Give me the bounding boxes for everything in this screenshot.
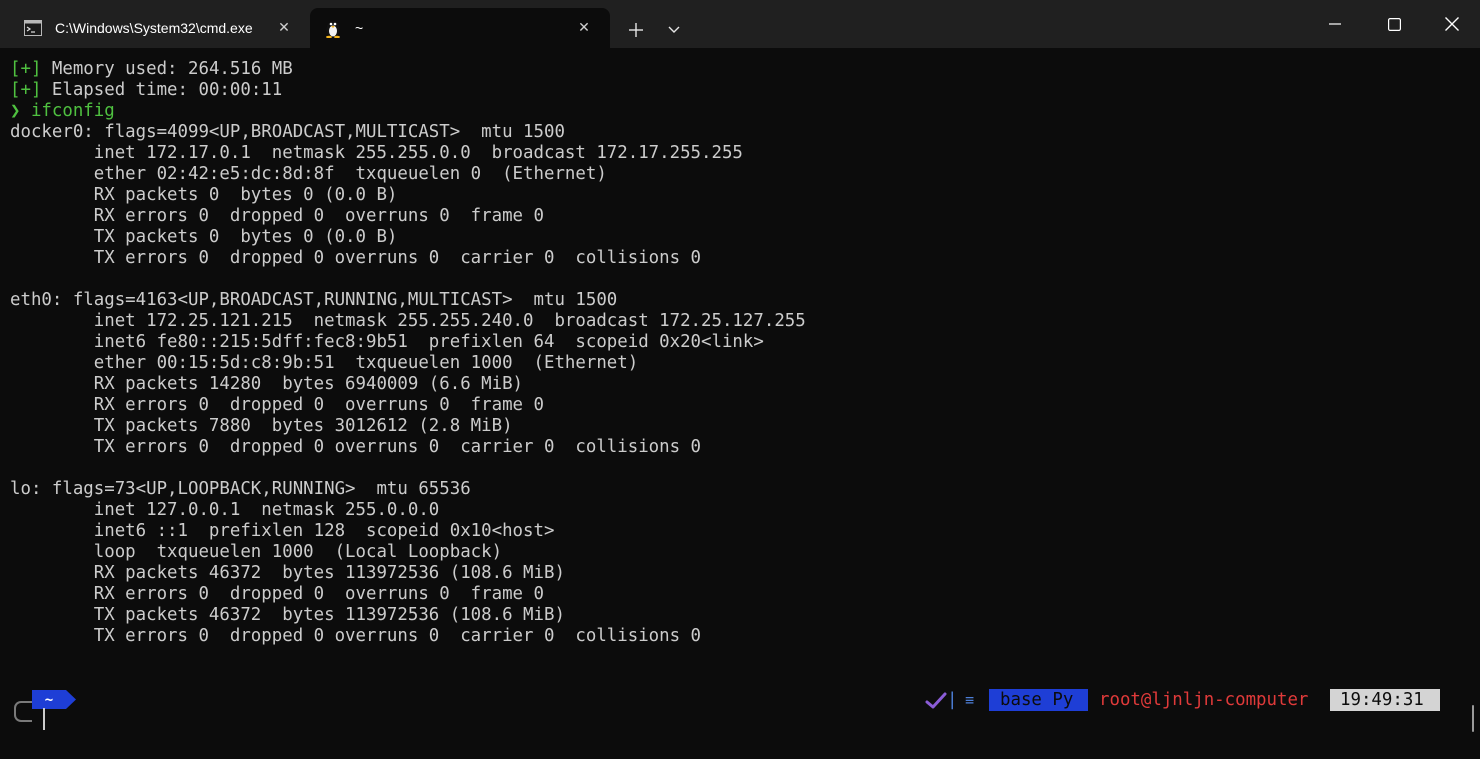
output-text: RX packets 46372 bytes 113972536 (108.6 … bbox=[10, 563, 565, 583]
terminal-line: RX errors 0 dropped 0 overruns 0 frame 0 bbox=[10, 395, 806, 416]
output-text: ether 00:15:5d:c8:9b:51 txqueuelen 1000 … bbox=[10, 353, 639, 373]
terminal-line: RX packets 14280 bytes 6940009 (6.6 MiB) bbox=[10, 374, 806, 395]
terminal-line: RX packets 46372 bytes 113972536 (108.6 … bbox=[10, 563, 806, 584]
output-text: TX packets 46372 bytes 113972536 (108.6 … bbox=[10, 605, 565, 625]
output-text: inet6 fe80::215:5dff:fec8:9b51 prefixlen… bbox=[10, 332, 764, 352]
prompt-time: 19:49:31 bbox=[1330, 689, 1440, 711]
output-text: RX packets 14280 bytes 6940009 (6.6 MiB) bbox=[10, 374, 524, 394]
terminal-line: [+] Memory used: 264.516 MB bbox=[10, 59, 806, 80]
minimize-icon[interactable] bbox=[1320, 10, 1350, 38]
cmd-icon bbox=[23, 18, 43, 38]
output-text: loop txqueuelen 1000 (Local Loopback) bbox=[10, 542, 503, 562]
tab-linux-close-icon[interactable]: ✕ bbox=[574, 18, 594, 38]
text-cursor bbox=[43, 708, 45, 730]
terminal-line: ether 02:42:e5:dc:8d:8f txqueuelen 0 (Et… bbox=[10, 164, 806, 185]
chevron-down-icon[interactable] bbox=[662, 19, 686, 41]
output-text: TX packets 7880 bytes 3012612 (2.8 MiB) bbox=[10, 416, 513, 436]
terminal-line: TX packets 7880 bytes 3012612 (2.8 MiB) bbox=[10, 416, 806, 437]
output-text: RX errors 0 dropped 0 overruns 0 frame 0 bbox=[10, 395, 544, 415]
terminal-line: inet 127.0.0.1 netmask 255.0.0.0 bbox=[10, 500, 806, 521]
output-text: Elapsed time: 00:00:11 bbox=[41, 80, 283, 100]
prompt-separator: | bbox=[947, 690, 958, 710]
output-text: TX errors 0 dropped 0 overruns 0 carrier… bbox=[10, 248, 702, 268]
tab-bar: C:\Windows\System32\cmd.exe ✕ ~ ✕ bbox=[0, 0, 1480, 48]
prompt-arrow: ❯ bbox=[10, 101, 21, 121]
output-text: TX errors 0 dropped 0 overruns 0 carrier… bbox=[10, 437, 702, 457]
output-text: RX errors 0 dropped 0 overruns 0 frame 0 bbox=[10, 584, 544, 604]
close-window-icon[interactable] bbox=[1437, 10, 1467, 38]
output-text: eth0: flags=4163<UP,BROADCAST,RUNNING,MU… bbox=[10, 290, 618, 310]
output-text: Memory used: 264.516 MB bbox=[41, 59, 293, 79]
terminal-line: ether 00:15:5d:c8:9b:51 txqueuelen 1000 … bbox=[10, 353, 806, 374]
output-text: docker0: flags=4099<UP,BROADCAST,MULTICA… bbox=[10, 122, 565, 142]
output-text: lo: flags=73<UP,LOOPBACK,RUNNING> mtu 65… bbox=[10, 479, 471, 499]
terminal-line: inet 172.25.121.215 netmask 255.255.240.… bbox=[10, 311, 806, 332]
terminal-line: inet6 ::1 prefixlen 128 scopeid 0x10<hos… bbox=[10, 521, 806, 542]
output-text: TX packets 0 bytes 0 (0.0 B) bbox=[10, 227, 398, 247]
terminal-line: inet6 fe80::215:5dff:fec8:9b51 prefixlen… bbox=[10, 332, 806, 353]
output-text: RX packets 0 bytes 0 (0.0 B) bbox=[10, 185, 398, 205]
check-icon bbox=[925, 692, 947, 709]
status-marker: [+] bbox=[10, 80, 42, 100]
output-text: inet 127.0.0.1 netmask 255.0.0.0 bbox=[10, 500, 440, 520]
terminal-line: ❯ ifconfig bbox=[10, 101, 806, 122]
status-marker: [+] bbox=[10, 59, 42, 79]
terminal-window: C:\Windows\System32\cmd.exe ✕ ~ ✕ [+] Me… bbox=[0, 0, 1480, 759]
maximize-icon[interactable] bbox=[1379, 10, 1409, 38]
output-text: RX errors 0 dropped 0 overruns 0 frame 0 bbox=[10, 206, 544, 226]
terminal-line: RX errors 0 dropped 0 overruns 0 frame 0 bbox=[10, 206, 806, 227]
menu-glyph-icon: ≡ bbox=[965, 691, 975, 709]
terminal-output[interactable]: [+] Memory used: 264.516 MB [+] Elapsed t… bbox=[10, 59, 806, 647]
tab-cmd-title: C:\Windows\System32\cmd.exe bbox=[55, 20, 253, 36]
tab-cmd-close-icon[interactable]: ✕ bbox=[274, 18, 294, 38]
terminal-line: loop txqueuelen 1000 (Local Loopback) bbox=[10, 542, 806, 563]
terminal-line: TX packets 46372 bytes 113972536 (108.6 … bbox=[10, 605, 806, 626]
terminal-line: lo: flags=73<UP,LOOPBACK,RUNNING> mtu 65… bbox=[10, 479, 806, 500]
prompt-frame bbox=[14, 701, 32, 722]
tab-linux[interactable]: ~ ✕ bbox=[310, 8, 610, 48]
terminal-line: TX errors 0 dropped 0 overruns 0 carrier… bbox=[10, 248, 806, 269]
scrollbar-thumb[interactable] bbox=[1472, 705, 1474, 732]
terminal-line: TX errors 0 dropped 0 overruns 0 carrier… bbox=[10, 437, 806, 458]
output-text: TX errors 0 dropped 0 overruns 0 carrier… bbox=[10, 626, 702, 646]
terminal-line: TX packets 0 bytes 0 (0.0 B) bbox=[10, 227, 806, 248]
terminal-line: inet 172.17.0.1 netmask 255.255.0.0 broa… bbox=[10, 143, 806, 164]
terminal-line: docker0: flags=4099<UP,BROADCAST,MULTICA… bbox=[10, 122, 806, 143]
tab-cmd[interactable]: C:\Windows\System32\cmd.exe ✕ bbox=[10, 8, 306, 48]
conda-env-badge: base Py bbox=[989, 689, 1088, 711]
terminal-line: [+] Elapsed time: 00:00:11 bbox=[10, 80, 806, 101]
output-text: inet 172.25.121.215 netmask 255.255.240.… bbox=[10, 311, 806, 331]
output-text: inet6 ::1 prefixlen 128 scopeid 0x10<hos… bbox=[10, 521, 555, 541]
prompt-directory: ~ bbox=[44, 691, 54, 708]
linux-penguin-icon bbox=[323, 18, 343, 38]
new-tab-plus-icon[interactable] bbox=[624, 19, 648, 41]
user-host: root@ljnljn-computer bbox=[1099, 690, 1309, 710]
terminal-line: RX errors 0 dropped 0 overruns 0 frame 0 bbox=[10, 584, 806, 605]
terminal-line: TX errors 0 dropped 0 overruns 0 carrier… bbox=[10, 626, 806, 647]
output-text: ether 02:42:e5:dc:8d:8f txqueuelen 0 (Et… bbox=[10, 164, 607, 184]
terminal-line: eth0: flags=4163<UP,BROADCAST,RUNNING,MU… bbox=[10, 290, 806, 311]
terminal-line: RX packets 0 bytes 0 (0.0 B) bbox=[10, 185, 806, 206]
command-text: ifconfig bbox=[20, 101, 115, 121]
output-text: inet 172.17.0.1 netmask 255.255.0.0 broa… bbox=[10, 143, 743, 163]
tab-linux-title: ~ bbox=[355, 20, 364, 36]
